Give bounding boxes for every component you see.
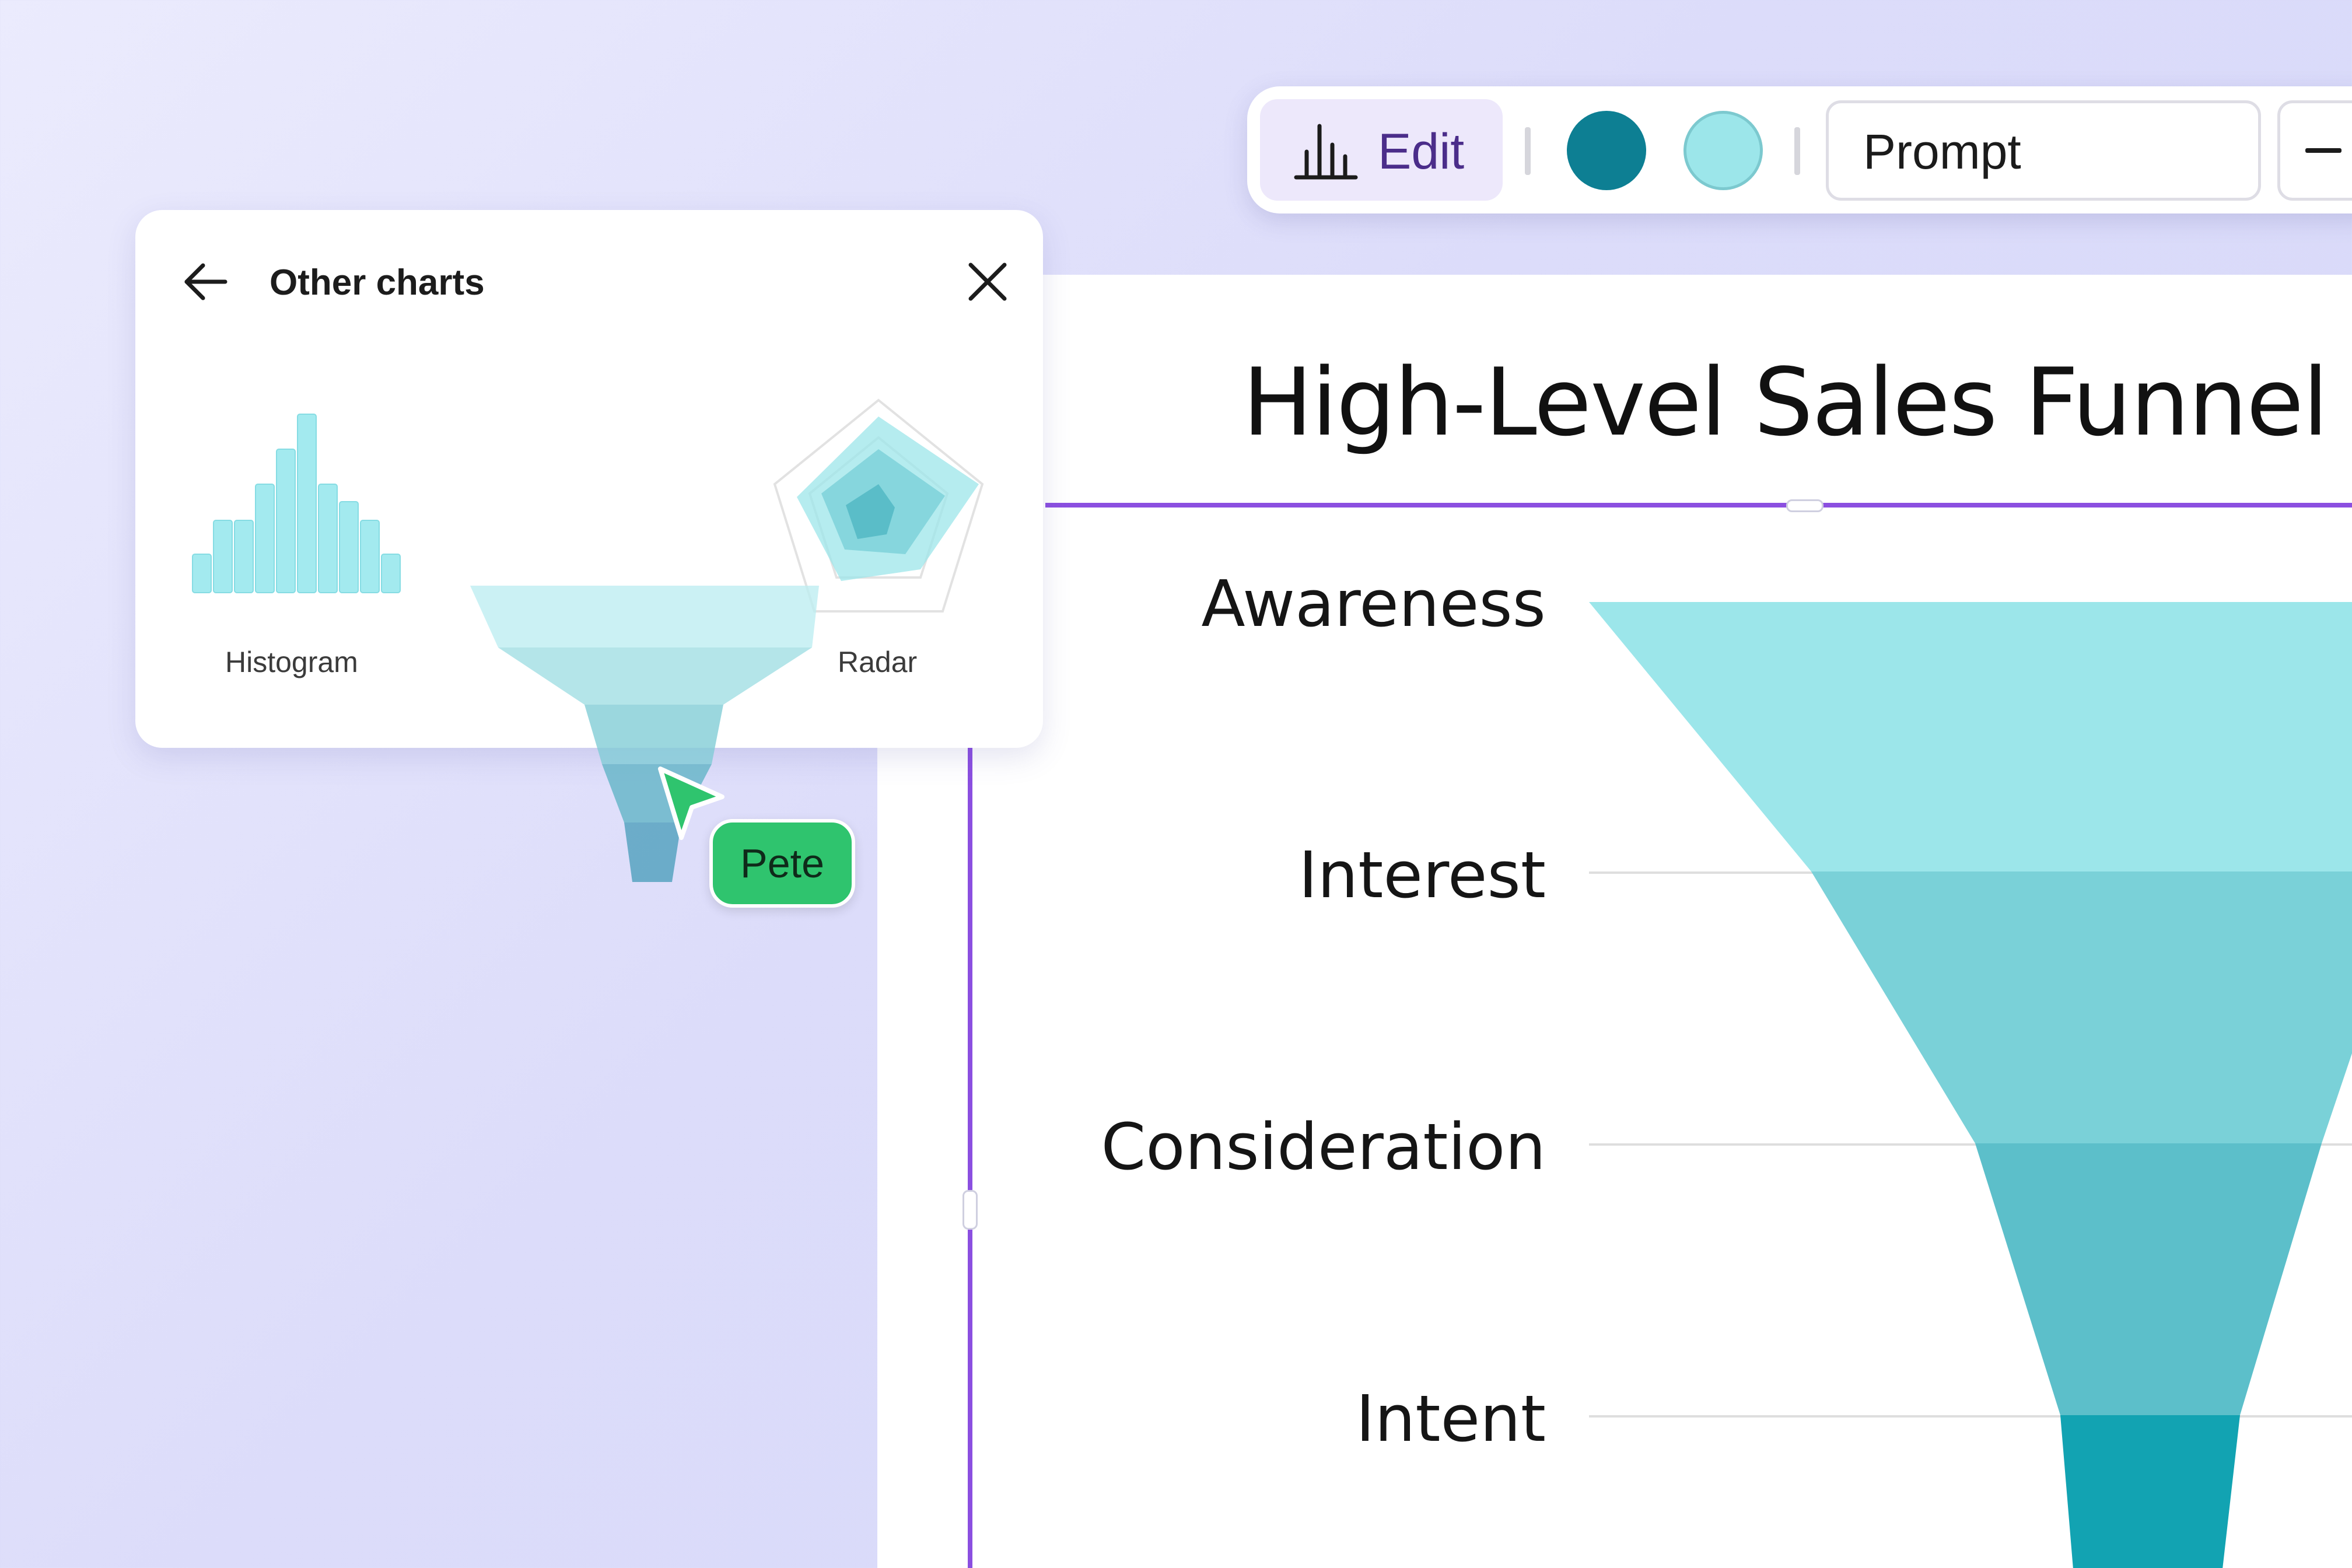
funnel-stage-label-interest: Interest xyxy=(1298,838,1546,912)
prompt-label: Prompt xyxy=(1863,124,2021,179)
back-arrow-icon[interactable] xyxy=(182,261,229,302)
collaborator-name-tag: Pete xyxy=(709,819,855,908)
funnel-segment-consideration[interactable] xyxy=(1975,1143,2322,1415)
slide-title[interactable]: High-Level Sales Funnel xyxy=(1242,344,2351,461)
funnel-segment-awareness[interactable] xyxy=(1589,602,2352,872)
close-icon[interactable] xyxy=(966,260,1009,303)
bar-chart-icon xyxy=(1294,124,1358,180)
minus-icon xyxy=(2305,148,2342,153)
selection-border-top xyxy=(1045,503,2352,508)
histogram-label[interactable]: Histogram xyxy=(225,642,358,682)
color-swatch-teal[interactable] xyxy=(1567,111,1646,190)
resize-handle-left[interactable] xyxy=(963,1190,978,1230)
funnel-stage-label-consideration: Consideration xyxy=(1101,1110,1546,1184)
histogram-icon[interactable] xyxy=(190,408,406,595)
color-swatch-light-teal[interactable] xyxy=(1684,111,1763,190)
toolbar-divider xyxy=(1525,127,1531,175)
panel-title: Other charts xyxy=(270,262,485,303)
selection-border-left xyxy=(968,747,972,1568)
funnel-stage-label-intent: Intent xyxy=(1356,1381,1546,1456)
edit-button-label: Edit xyxy=(1378,124,1465,180)
radar-label[interactable]: Radar xyxy=(838,642,917,682)
funnel-segment-intent[interactable] xyxy=(2060,1415,2240,1568)
toolbar-divider xyxy=(1794,127,1800,175)
funnel-stage-label-awareness: Awareness xyxy=(1201,566,1546,641)
radar-icon[interactable] xyxy=(770,397,992,618)
funnel-segment-interest[interactable] xyxy=(1811,872,2352,1143)
funnel-chart[interactable] xyxy=(1575,583,2352,1568)
resize-handle-top[interactable] xyxy=(1786,499,1824,512)
